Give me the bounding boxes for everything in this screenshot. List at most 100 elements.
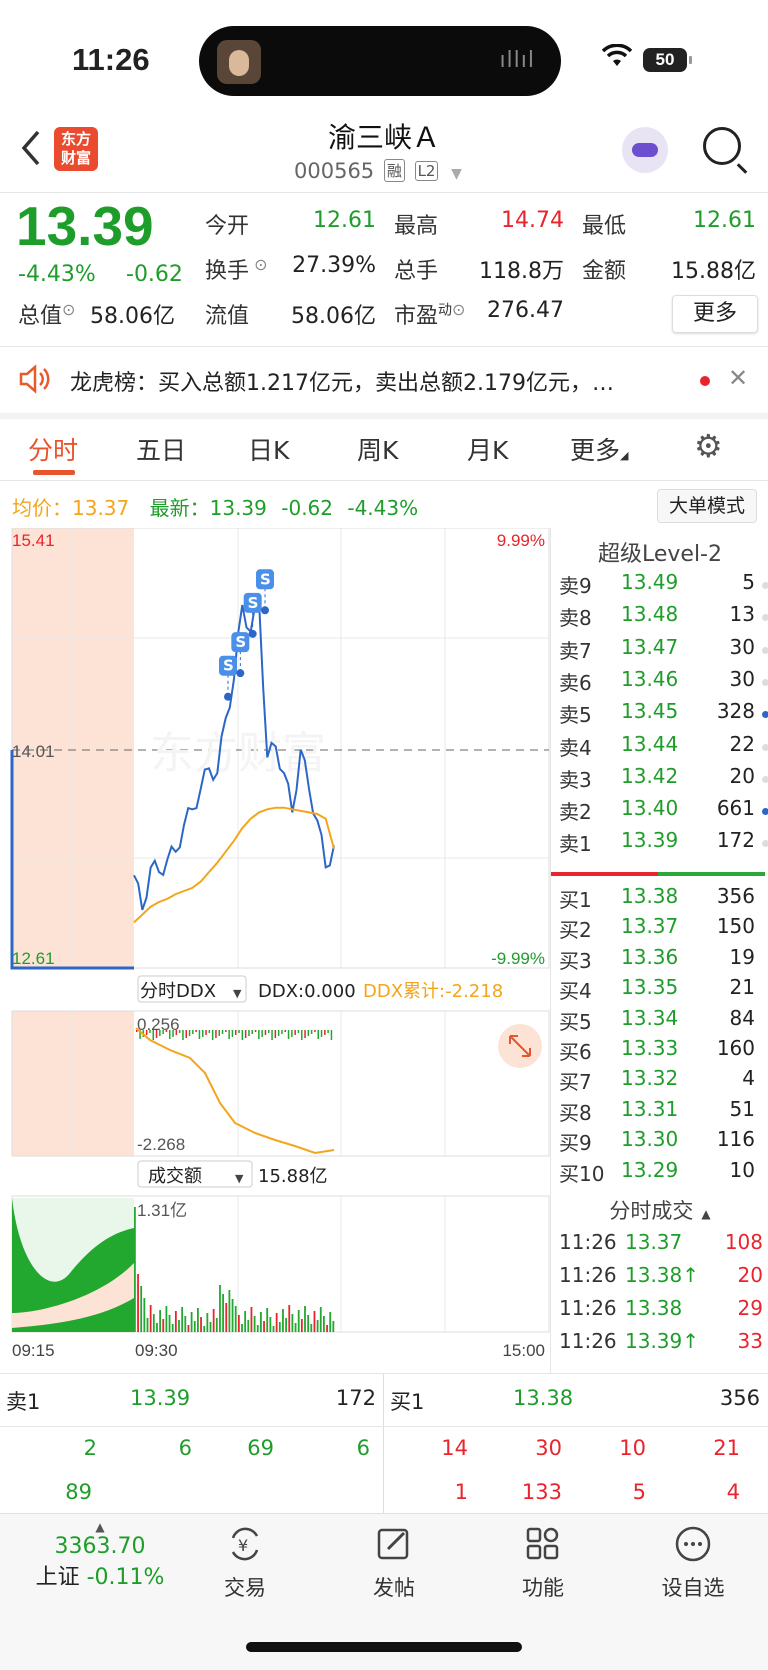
bid-price: 13.37: [621, 914, 679, 939]
index-ticker[interactable]: ▲ 3363.70 上证 -0.11%: [30, 1520, 170, 1591]
volume-bar: [190, 1312, 193, 1332]
bid-row[interactable]: 买3 13.36 19: [559, 945, 768, 977]
bid-row[interactable]: 买4 13.35 21: [559, 975, 768, 1007]
bid-level: 买5: [559, 1009, 592, 1034]
ask-volume: 172: [716, 828, 755, 853]
bid-row[interactable]: 买10 13.29 10: [559, 1158, 768, 1190]
info-icon[interactable]: ⊙: [249, 255, 267, 274]
tick-price: 13.39↑: [625, 1329, 700, 1353]
nav-add-watchlist[interactable]: 设自选: [638, 1524, 748, 1602]
volume-bar: [197, 1308, 199, 1332]
nav-functions[interactable]: 功能: [488, 1524, 598, 1602]
bid-row[interactable]: 买7 13.32 4: [559, 1066, 768, 1098]
volume-bar: [310, 1324, 313, 1332]
big-order-mode-button[interactable]: 大单模式: [657, 489, 757, 523]
ddx-bar: [244, 1030, 247, 1038]
tab-monthly-k[interactable]: 月K: [467, 431, 508, 467]
ask-level: 卖1: [559, 832, 592, 857]
ask-row[interactable]: 卖3 13.42 20: [559, 764, 768, 796]
ddx-bar: [185, 1030, 187, 1038]
ask-price: 13.44: [621, 731, 679, 756]
big-order-dot: [762, 743, 768, 751]
bid-row[interactable]: 买9 13.30 116: [559, 1127, 768, 1159]
volume-bar: [237, 1315, 240, 1332]
live-activity-avatar: [217, 40, 261, 84]
tab-weekly-k[interactable]: 周K: [357, 431, 398, 467]
bid-queue-item: 30: [535, 1436, 562, 1460]
tick-volume: 33: [737, 1329, 763, 1353]
ask-row[interactable]: 卖8 13.48 13: [559, 602, 768, 634]
bid-row[interactable]: 买2 13.37 150: [559, 914, 768, 946]
ask-row[interactable]: 卖6 13.46 30: [559, 667, 768, 699]
ddx-top-label: 0.256: [137, 1015, 180, 1034]
volume-bar: [137, 1274, 139, 1332]
more-button[interactable]: 更多: [672, 295, 758, 333]
assistant-robot-icon[interactable]: [622, 127, 668, 173]
ddx-bar: [205, 1030, 207, 1035]
stock-code-line[interactable]: 000565 融 L2 ▼: [294, 159, 462, 183]
ask-level: 卖3: [559, 767, 592, 792]
ask-price: 13.47: [621, 634, 679, 659]
tick-time: 11:26: [559, 1230, 617, 1254]
pe-value: 276.47: [487, 298, 564, 323]
latest-price: 13.39: [209, 496, 267, 520]
amount-label: 金额: [582, 259, 627, 284]
bid-row[interactable]: 买1 13.38 356: [559, 884, 768, 916]
dragon-tiger-banner[interactable]: 龙虎榜：买入总额1.217亿元，卖出总额2.179亿元，… ✕: [0, 347, 768, 413]
ask-row[interactable]: 卖1 13.39 172: [559, 828, 768, 860]
time-end-label: 15:00: [502, 1341, 545, 1360]
chart-svg[interactable]: 东方财富 SSSS 15.41 14.01 12.61 9.99% -9.99%…: [0, 527, 550, 1373]
volume-bar: [178, 1320, 180, 1332]
ddx-bar: [284, 1030, 286, 1032]
index-value: 3363.70: [54, 1534, 146, 1559]
bid-level: 买2: [559, 918, 592, 943]
ddx-bar: [202, 1030, 204, 1037]
tab-more[interactable]: 更多◢: [570, 431, 628, 467]
bid-row[interactable]: 买6 13.33 160: [559, 1036, 768, 1068]
big-order-dot: [762, 808, 768, 816]
bid-row[interactable]: 买5 13.34 84: [559, 1006, 768, 1038]
ask-price: 13.40: [621, 796, 679, 821]
caret-down-icon: ▼: [235, 1172, 244, 1185]
nav-post[interactable]: 发帖: [339, 1524, 449, 1602]
bid-volume: 19: [729, 944, 755, 969]
tab-daily-k[interactable]: 日K: [248, 431, 289, 467]
tick-time: 11:26: [559, 1263, 617, 1287]
search-icon[interactable]: [703, 127, 741, 165]
ask-queue-item: 2: [83, 1436, 97, 1460]
volume-bar: [244, 1311, 247, 1332]
volume-bar: [193, 1321, 196, 1332]
bid-queue-item: 1: [454, 1480, 468, 1504]
stock-code: 000565: [294, 159, 375, 183]
tick-trades-title[interactable]: 分时成交 ▲: [551, 1195, 768, 1225]
ask-level: 卖2: [559, 800, 592, 825]
volume-bar: [225, 1303, 228, 1332]
bid-row[interactable]: 买8 13.31 51: [559, 1097, 768, 1129]
info-icon[interactable]: ⊙: [62, 300, 75, 319]
intraday-chart[interactable]: 东方财富 SSSS 15.41 14.01 12.61 9.99% -9.99%…: [0, 527, 550, 1373]
ddx-pre-shade: [12, 1011, 134, 1156]
order-book[interactable]: 超级Level-2 卖9 13.49 5 卖8 13.48 13 卖7 13.4…: [550, 528, 768, 1373]
gear-icon[interactable]: ⚙: [694, 427, 723, 465]
ask-volume: 661: [716, 796, 755, 821]
volume-bar: [275, 1313, 278, 1332]
info-icon[interactable]: ⊙: [452, 300, 465, 319]
y-min-label: 12.61: [12, 949, 55, 968]
tab-intraday[interactable]: 分时: [28, 431, 78, 467]
close-icon[interactable]: ✕: [728, 364, 748, 392]
ask-row[interactable]: 卖9 13.49 5: [559, 570, 768, 602]
bid-level: 买10: [559, 1161, 605, 1186]
float-label: 流值: [205, 304, 250, 329]
ask-row[interactable]: 卖2 13.40 661: [559, 796, 768, 828]
tick-price: 13.37: [625, 1230, 683, 1254]
bid-level: 买7: [559, 1070, 592, 1095]
ask-row[interactable]: 卖5 13.45 328: [559, 699, 768, 731]
ask-row[interactable]: 卖4 13.44 22: [559, 732, 768, 764]
nav-trade[interactable]: ¥ 交易: [190, 1524, 300, 1602]
tab-five-day[interactable]: 五日: [136, 431, 186, 467]
ddx-bar: [324, 1030, 326, 1035]
bid-price: 13.32: [621, 1066, 679, 1091]
avg-price: 13.37: [72, 496, 130, 520]
mktcap-label: 总值⊙: [18, 300, 76, 329]
ask-row[interactable]: 卖7 13.47 30: [559, 635, 768, 667]
